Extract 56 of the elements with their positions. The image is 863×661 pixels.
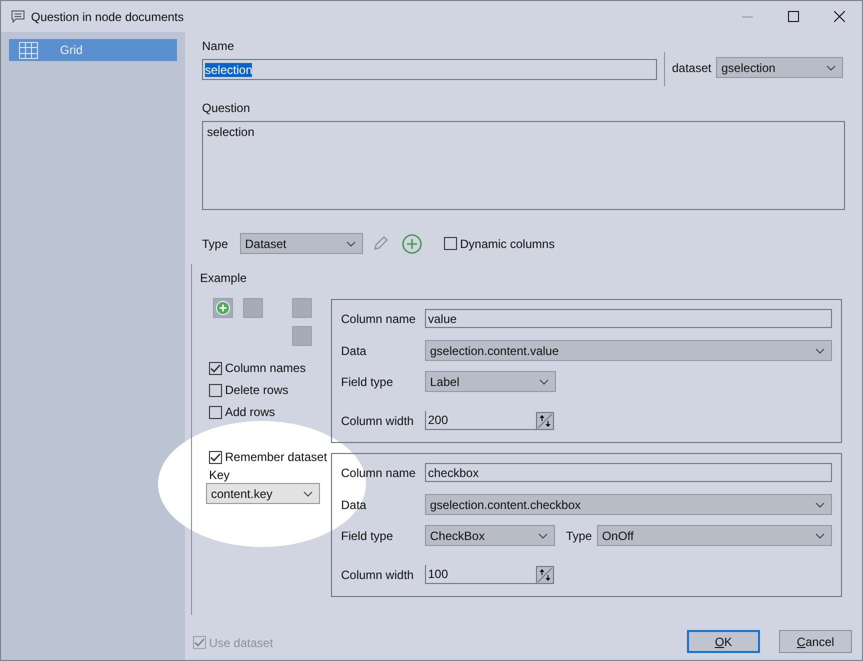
window-title: Question in node documents [31, 10, 184, 24]
source-dropdown[interactable]: gselection [716, 57, 844, 78]
name-label: Name [202, 39, 236, 53]
checkbox-label: Use dataset [209, 636, 274, 650]
checkbox-label: Delete rows [225, 383, 288, 397]
field-label: Type [566, 528, 592, 542]
key-dropdown[interactable]: content.key [206, 483, 320, 504]
field-label: Column name [341, 466, 417, 480]
question-field[interactable]: selection [202, 121, 845, 210]
checkbox[interactable] [444, 237, 457, 250]
spin-button[interactable] [536, 566, 554, 584]
maximize-icon[interactable] [788, 11, 798, 22]
chevron-icon [538, 532, 548, 538]
field-label: Field type [341, 528, 394, 542]
chevron-icon [539, 378, 549, 384]
checkbox[interactable] [209, 450, 222, 464]
field-label: Column width [341, 568, 415, 582]
chevron-icon [346, 240, 356, 246]
field-label: Data [341, 344, 368, 358]
type-dropdown[interactable]: Dataset [240, 233, 363, 254]
grid-icon [19, 42, 38, 58]
question-label: Question [202, 101, 252, 115]
field-type-dropdown[interactable]: Label [425, 371, 556, 392]
dialog-button[interactable]: Cancel [779, 630, 852, 653]
field-label: Column name [341, 312, 417, 326]
checkbox[interactable] [209, 384, 222, 396]
field-label: Column width [341, 414, 415, 428]
dialog-button[interactable]: OK [687, 630, 760, 653]
add-row-button[interactable] [213, 298, 233, 318]
column-name-field[interactable]: checkbox [425, 463, 832, 482]
dataset-label: dataset [672, 60, 712, 74]
checkbox-label: Remember dataset [225, 450, 328, 464]
chevron-icon [815, 532, 825, 538]
checkbox[interactable] [209, 406, 222, 418]
data-dropdown[interactable]: gselection.content.checkbox [425, 494, 832, 515]
chevron-icon [826, 64, 836, 70]
chevron-icon [815, 502, 825, 508]
group-title: Example [200, 271, 248, 285]
close-icon[interactable] [834, 11, 844, 22]
field-type-dropdown[interactable]: CheckBox [425, 525, 555, 546]
checkbox[interactable] [209, 362, 222, 374]
field-label: Data [341, 498, 368, 512]
checkbox-label: Add rows [225, 405, 276, 419]
chevron-icon [303, 490, 313, 496]
subtype-dropdown[interactable]: OnOff [596, 525, 832, 546]
checkbox-label: Column names [225, 361, 306, 375]
type-label: Type [202, 236, 230, 250]
data-dropdown[interactable]: gselection.content.value [425, 340, 832, 361]
spin-button[interactable] [536, 412, 554, 430]
name-field[interactable]: selection [202, 59, 657, 80]
checkbox-label: Dynamic columns [460, 236, 555, 250]
column-name-field[interactable]: value [425, 309, 832, 328]
comment-icon [11, 10, 25, 23]
field-label: Field type [341, 374, 394, 388]
chevron-icon [815, 348, 825, 354]
key-label: Key [209, 468, 231, 482]
